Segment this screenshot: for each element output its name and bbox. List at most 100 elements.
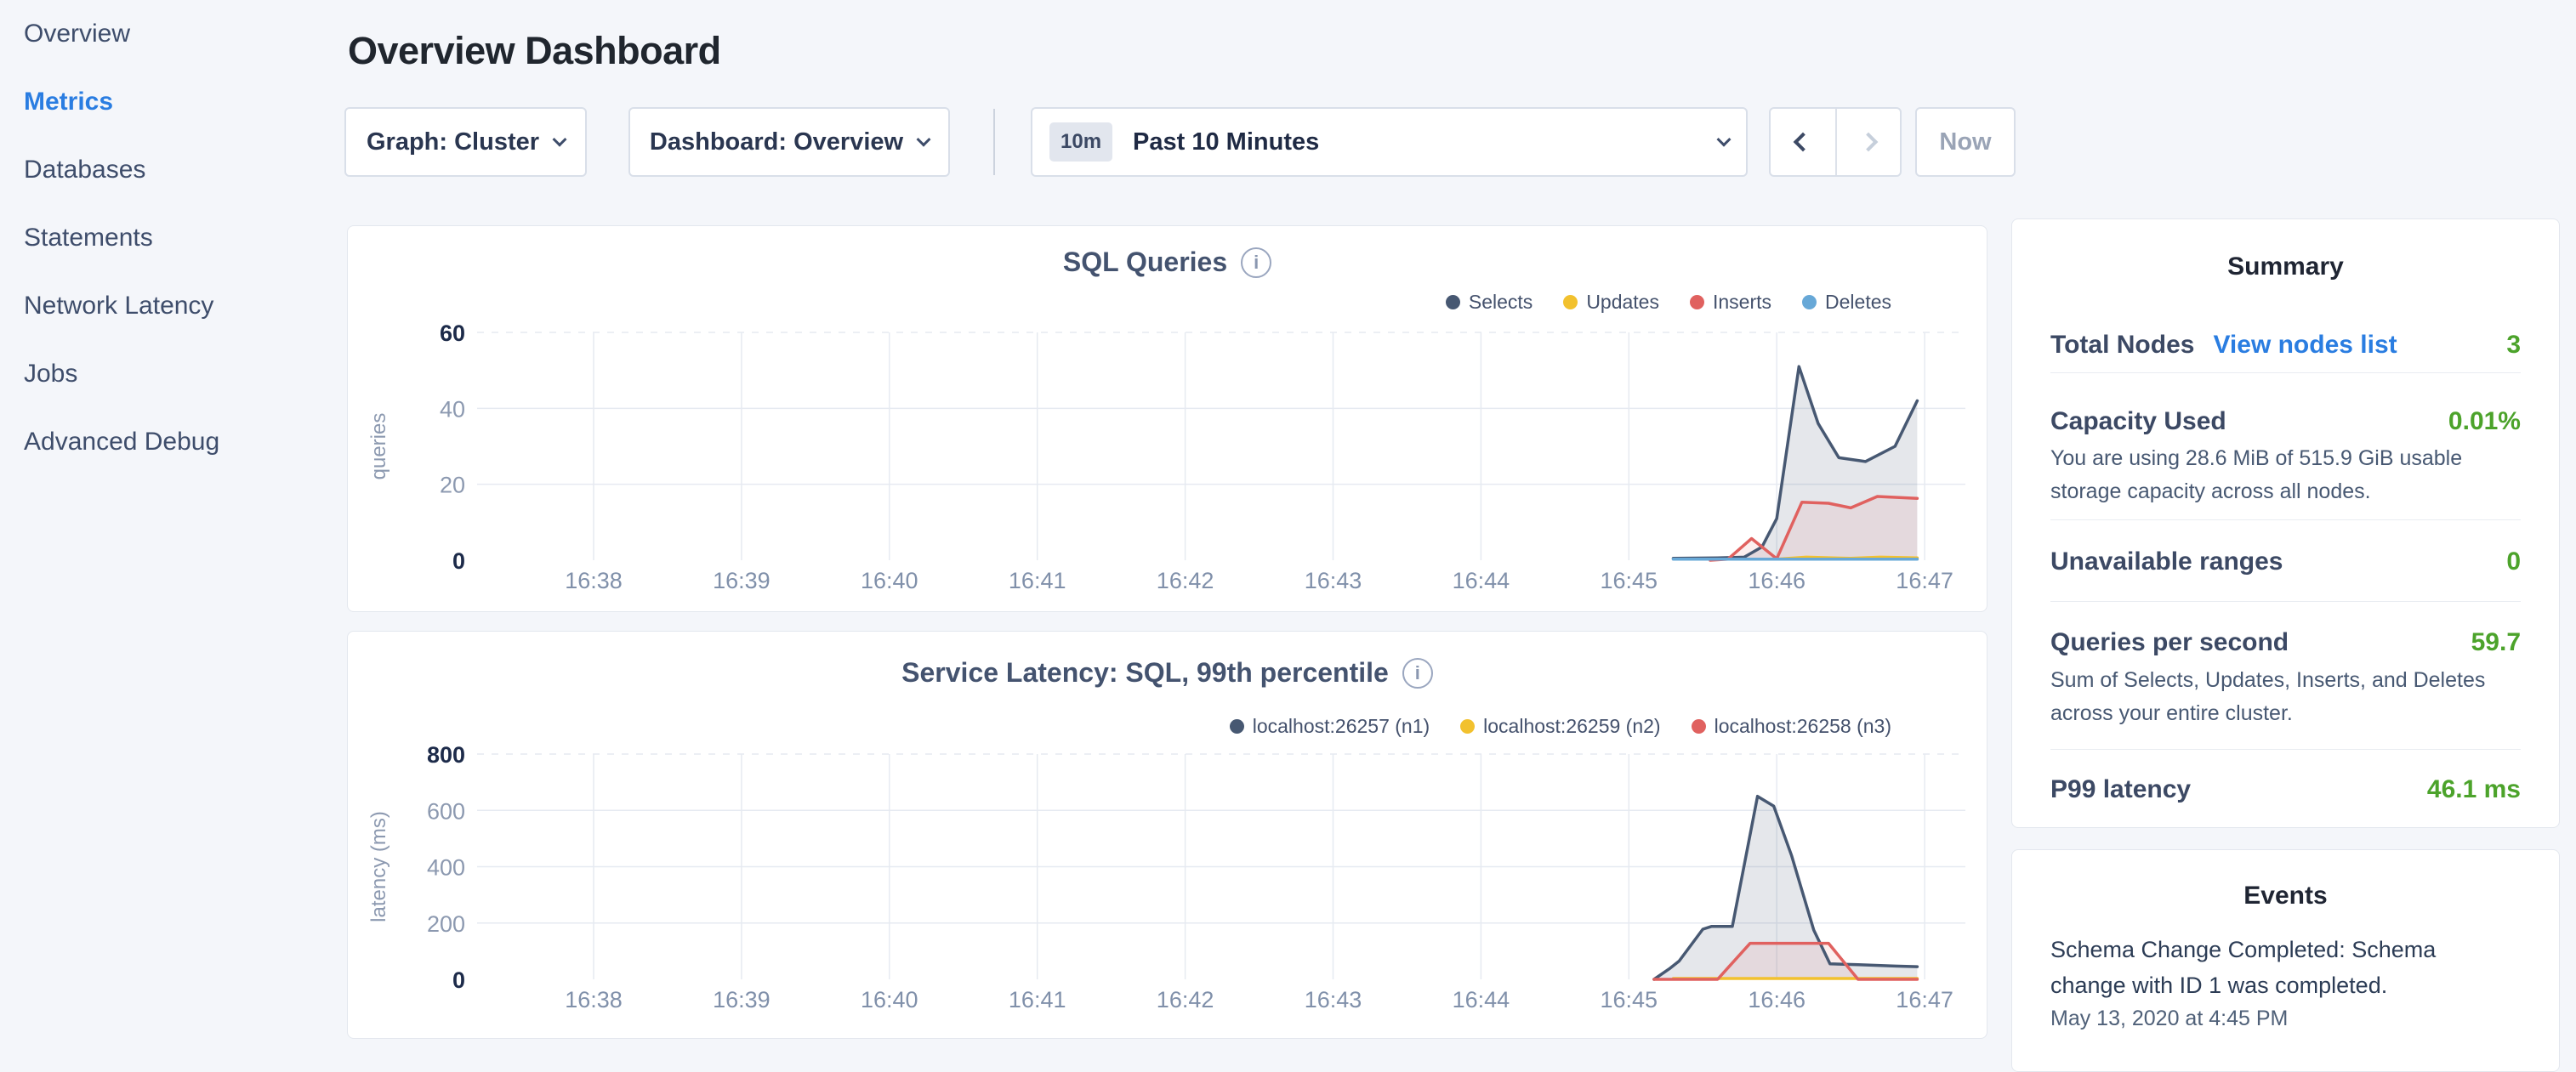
dashboard-dropdown-label: Dashboard: Overview [650,128,903,156]
chart-title: Service Latency: SQL, 99th percentile [901,657,1389,689]
svg-text:16:38: 16:38 [565,568,623,593]
capacity-used-row: Capacity Used 0.01% [2050,407,2521,436]
svg-text:60: 60 [440,320,465,346]
svg-text:0: 0 [452,548,465,574]
page-title: Overview Dashboard [348,29,721,73]
svg-text:16:42: 16:42 [1157,987,1214,1012]
chevron-down-icon [917,133,931,147]
svg-text:400: 400 [427,855,465,881]
divider [2050,372,2521,373]
time-range-label: Past 10 Minutes [1133,128,1698,156]
metric-label: P99 latency [2050,775,2191,804]
graph-dropdown-label: Graph: Cluster [367,128,539,156]
service-latency-panel: 020040060080016:3816:3916:4016:4116:4216… [347,631,1987,1039]
metric-description: You are using 28.6 MiB of 515.9 GiB usab… [2050,442,2514,508]
svg-text:latency (ms): latency (ms) [367,811,390,922]
svg-text:16:47: 16:47 [1896,987,1953,1012]
legend-swatch-icon [1563,295,1578,309]
event-timestamp: May 13, 2020 at 4:45 PM [2050,1007,2288,1031]
divider [993,109,995,175]
service-latency-legend: localhost:26257 (n1) localhost:26259 (n2)… [1230,715,1891,738]
service-latency-chart[interactable]: 020040060080016:3816:3916:4016:4116:4216… [348,632,1986,1037]
sql-queries-chart[interactable]: 020406016:3816:3916:4016:4116:4216:4316:… [348,226,1986,610]
svg-text:16:41: 16:41 [1009,568,1066,593]
sidebar-item-advanced-debug[interactable]: Advanced Debug [0,408,340,476]
svg-text:16:43: 16:43 [1305,987,1362,1012]
metric-value: 46.1 ms [2427,775,2521,804]
legend-item[interactable]: Selects [1446,291,1533,314]
info-icon[interactable]: i [1241,247,1271,278]
legend-swatch-icon [1690,295,1704,309]
svg-text:16:40: 16:40 [861,568,918,593]
metric-value: 0 [2506,547,2521,576]
prev-time-button[interactable] [1771,109,1835,175]
svg-text:16:40: 16:40 [861,987,918,1012]
next-time-button[interactable] [1835,109,1900,175]
legend-item[interactable]: Deletes [1802,291,1891,314]
metric-value: 0.01% [2448,407,2521,436]
legend-label: Updates [1586,291,1659,314]
sql-queries-legend: Selects Updates Inserts Deletes [1446,291,1891,314]
divider [2050,519,2521,520]
p99-latency-row: P99 latency 46.1 ms [2050,775,2521,804]
svg-text:16:45: 16:45 [1601,568,1658,593]
divider [2050,749,2521,750]
events-panel: Events Schema Change Completed: Schema c… [2011,849,2560,1072]
metric-description: Sum of Selects, Updates, Inserts, and De… [2050,664,2514,730]
legend-swatch-icon [1460,719,1475,734]
now-button[interactable]: Now [1915,107,2016,177]
legend-swatch-icon [1692,719,1706,734]
svg-text:16:44: 16:44 [1453,987,1510,1012]
legend-item[interactable]: localhost:26257 (n1) [1230,715,1430,738]
svg-text:queries: queries [367,413,390,480]
summary-title: Summary [2012,252,2559,281]
metric-label: Total Nodes [2050,331,2194,360]
svg-text:16:46: 16:46 [1748,987,1805,1012]
chevron-left-icon [1794,133,1813,152]
legend-label: Selects [1469,291,1533,314]
metric-label: Queries per second [2050,628,2289,657]
metric-label: Unavailable ranges [2050,547,2283,576]
event-item[interactable]: Schema Change Completed: Schema change w… [2050,932,2497,1003]
svg-text:800: 800 [427,742,465,768]
sidebar-item-network-latency[interactable]: Network Latency [0,272,340,340]
svg-text:16:43: 16:43 [1305,568,1362,593]
svg-text:600: 600 [427,798,465,824]
legend-label: Inserts [1713,291,1771,314]
legend-swatch-icon [1802,295,1817,309]
legend-item[interactable]: Updates [1563,291,1659,314]
legend-item[interactable]: localhost:26258 (n3) [1692,715,1891,738]
svg-text:16:39: 16:39 [713,987,771,1012]
legend-item[interactable]: Inserts [1690,291,1771,314]
sidebar-item-overview[interactable]: Overview [0,0,340,68]
legend-item[interactable]: localhost:26259 (n2) [1460,715,1660,738]
svg-text:20: 20 [440,473,465,498]
sql-queries-panel: 020406016:3816:3916:4016:4116:4216:4316:… [347,225,1987,612]
svg-text:200: 200 [427,911,465,937]
svg-text:16:46: 16:46 [1748,568,1805,593]
sidebar: Overview Metrics Databases Statements Ne… [0,0,340,1051]
legend-label: Deletes [1825,291,1891,314]
legend-label: localhost:26258 (n3) [1714,715,1891,738]
dashboard-dropdown[interactable]: Dashboard: Overview [628,107,950,177]
svg-text:16:42: 16:42 [1157,568,1214,593]
total-nodes-row: Total Nodes View nodes list 3 [2050,331,2521,360]
sidebar-item-statements[interactable]: Statements [0,204,340,272]
sidebar-item-metrics[interactable]: Metrics [0,68,340,136]
sidebar-item-jobs[interactable]: Jobs [0,340,340,408]
svg-text:16:45: 16:45 [1601,987,1658,1012]
svg-text:16:39: 16:39 [713,568,771,593]
chevron-right-icon [1859,133,1879,152]
time-range-dropdown[interactable]: 10m Past 10 Minutes [1031,107,1748,177]
graph-dropdown[interactable]: Graph: Cluster [344,107,587,177]
view-nodes-list-link[interactable]: View nodes list [2213,331,2397,360]
summary-panel: Summary Total Nodes View nodes list 3 Ca… [2011,218,2560,828]
svg-text:16:44: 16:44 [1453,568,1510,593]
metric-value: 59.7 [2471,628,2521,657]
sidebar-item-databases[interactable]: Databases [0,136,340,204]
chevron-down-icon [553,133,567,147]
info-icon[interactable]: i [1402,658,1433,689]
divider [2050,601,2521,602]
legend-swatch-icon [1446,295,1460,309]
svg-text:16:47: 16:47 [1896,568,1953,593]
